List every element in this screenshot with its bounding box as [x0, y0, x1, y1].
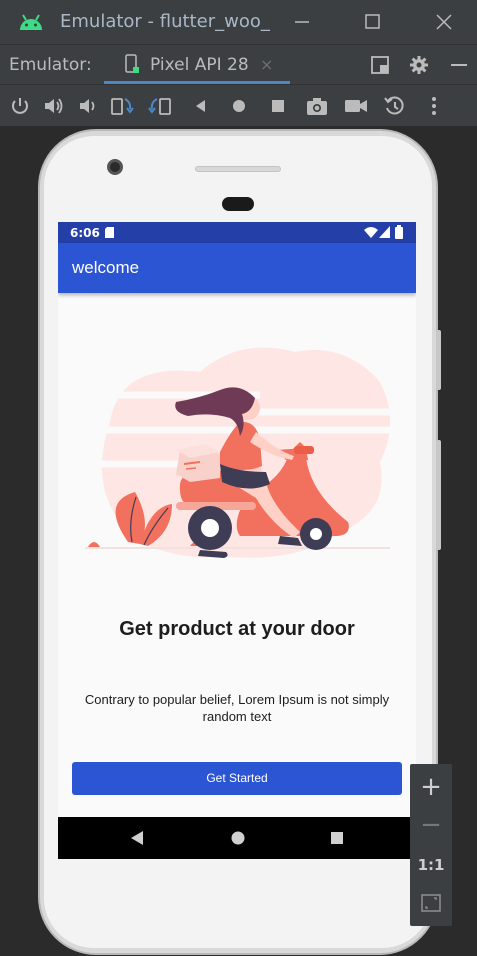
hide-panel-icon[interactable] — [448, 54, 470, 80]
phone-volume-button[interactable] — [436, 440, 441, 550]
sd-card-icon — [105, 227, 114, 241]
onboarding-description: Contrary to popular belief, Lorem Ipsum … — [84, 692, 390, 724]
front-camera — [107, 159, 123, 175]
android-nav-bar — [58, 817, 416, 859]
tab-pixel-api-28[interactable]: Pixel API 28 × — [104, 45, 290, 85]
screenrecord-icon[interactable] — [344, 95, 367, 117]
status-bar: 6:06 — [58, 222, 416, 243]
tab-label: Pixel API 28 — [150, 55, 249, 75]
zoom-in-button[interactable]: + — [410, 768, 452, 806]
maximize-icon[interactable] — [361, 10, 385, 34]
onboarding-headline: Get product at your door — [119, 618, 355, 640]
window-titlebar: Emulator - flutter_woo_ — [0, 0, 477, 44]
volume-down-icon[interactable] — [76, 95, 98, 117]
power-icon[interactable] — [9, 95, 31, 117]
nav-home-icon[interactable] — [230, 830, 246, 850]
signal-icon — [379, 226, 390, 241]
device-icon — [124, 54, 140, 80]
zoom-fit-screen-icon[interactable] — [410, 884, 452, 922]
nav-overview-icon[interactable] — [329, 830, 345, 850]
window-layout-icon[interactable] — [369, 54, 391, 80]
back-icon[interactable] — [190, 95, 212, 117]
minimize-icon[interactable] — [290, 10, 314, 34]
status-time: 6:06 — [70, 226, 100, 240]
rotate-right-icon[interactable] — [148, 95, 171, 117]
volume-up-icon[interactable] — [42, 95, 64, 117]
snapshot-icon[interactable] — [383, 95, 405, 117]
window-title: Emulator - flutter_woo_ — [60, 11, 270, 32]
close-icon[interactable] — [432, 10, 456, 34]
zoom-actual-size-button[interactable]: 1:1 — [410, 846, 452, 884]
android-icon — [18, 11, 44, 35]
zoom-out-button[interactable]: − — [410, 806, 452, 844]
nav-back-icon[interactable] — [129, 830, 145, 850]
battery-icon — [395, 225, 403, 242]
app-bar: welcome — [58, 243, 416, 293]
rotate-left-icon[interactable] — [110, 95, 134, 117]
emulator-tabbar: Emulator: Pixel API 28 × — [0, 44, 477, 84]
more-icon[interactable] — [423, 95, 445, 117]
emulator-toolbar — [0, 84, 477, 126]
zoom-controls: + − 1:1 — [410, 764, 452, 926]
delivery-scooter-illustration — [80, 347, 394, 558]
gear-icon[interactable] — [408, 54, 430, 80]
device-screen[interactable]: 6:06 welcome Get product at your door Co… — [58, 222, 416, 859]
emulator-label: Emulator: — [9, 55, 92, 75]
overview-icon[interactable] — [267, 95, 289, 117]
screenshot-icon[interactable] — [305, 95, 327, 117]
earpiece-speaker — [195, 166, 281, 172]
get-started-button[interactable]: Get Started — [72, 762, 402, 795]
home-icon[interactable] — [228, 95, 250, 117]
proximity-sensor — [222, 197, 254, 211]
phone-power-button[interactable] — [436, 330, 441, 390]
tab-close-icon[interactable]: × — [260, 55, 273, 74]
app-bar-title: welcome — [72, 258, 140, 277]
wifi-icon — [364, 226, 378, 241]
